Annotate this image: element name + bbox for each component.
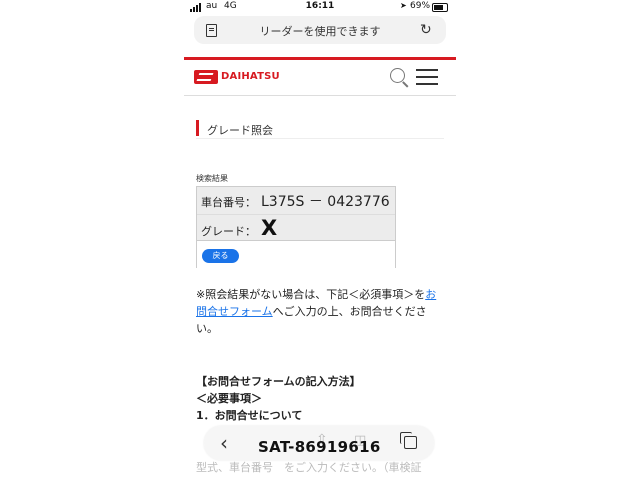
- howto-section: 【お問合せフォームの記入方法】 ＜必要事項＞ 1．お問合せについて: [196, 373, 361, 424]
- no-result-note: ※照会結果がない場合は、下記＜必須事項＞をお問合せフォームへご入力の上、お問合せ…: [196, 286, 442, 337]
- chassis-number-label: 車台番号：: [201, 196, 256, 209]
- back-icon[interactable]: ‹: [220, 431, 228, 455]
- table-row-grade: グレード： X: [197, 214, 395, 241]
- section-header: グレード照会: [196, 118, 444, 139]
- back-button[interactable]: 戻る: [202, 249, 239, 263]
- note-text-before: ※照会結果がない場合は、下記＜必須事項＞を: [196, 288, 426, 301]
- header-divider: [184, 95, 456, 96]
- table-row-chassis: 車台番号： L375S － 0423776: [197, 187, 395, 214]
- chassis-number-value: L375S － 0423776: [261, 194, 390, 210]
- results-label: 検索結果: [196, 174, 228, 183]
- watermark-stamp: SAT-86919616: [258, 438, 381, 456]
- grade-label: グレード：: [201, 225, 256, 238]
- daihatsu-logo-icon[interactable]: [194, 70, 218, 84]
- faded-body-text: 型式、車台番号 をご入力ください。（車検証: [196, 461, 422, 474]
- howto-item: 1．お問合せについて: [196, 409, 303, 422]
- reader-label[interactable]: リーダーを使用できます: [194, 23, 446, 39]
- section-accent-bar: [196, 120, 199, 136]
- tabs-icon[interactable]: [400, 432, 417, 449]
- battery-icon: [432, 3, 448, 12]
- results-table: 車台番号： L375S － 0423776 グレード： X 戻る: [196, 186, 396, 268]
- grade-value: X: [261, 216, 278, 240]
- howto-title: 【お問合せフォームの記入方法】: [196, 375, 361, 388]
- header-accent-line: [184, 57, 456, 60]
- location-icon: ➤: [400, 1, 407, 10]
- howto-subtitle: ＜必要事項＞: [196, 392, 262, 405]
- section-title: グレード照会: [207, 124, 273, 137]
- brand-name[interactable]: DAIHATSU: [221, 71, 280, 82]
- hamburger-menu-icon[interactable]: [416, 68, 438, 86]
- reload-icon[interactable]: ↻: [420, 22, 432, 38]
- status-bar: au 4G 16:11 ➤ 69%: [184, 0, 456, 14]
- battery-percent: 69%: [410, 1, 431, 11]
- phone-screen: au 4G 16:11 ➤ 69% リーダーを使用できます ↻ DAIHATSU…: [184, 0, 456, 480]
- search-icon[interactable]: [390, 68, 405, 83]
- reader-bar[interactable]: リーダーを使用できます ↻: [194, 16, 446, 44]
- table-row-actions: 戻る: [197, 240, 395, 268]
